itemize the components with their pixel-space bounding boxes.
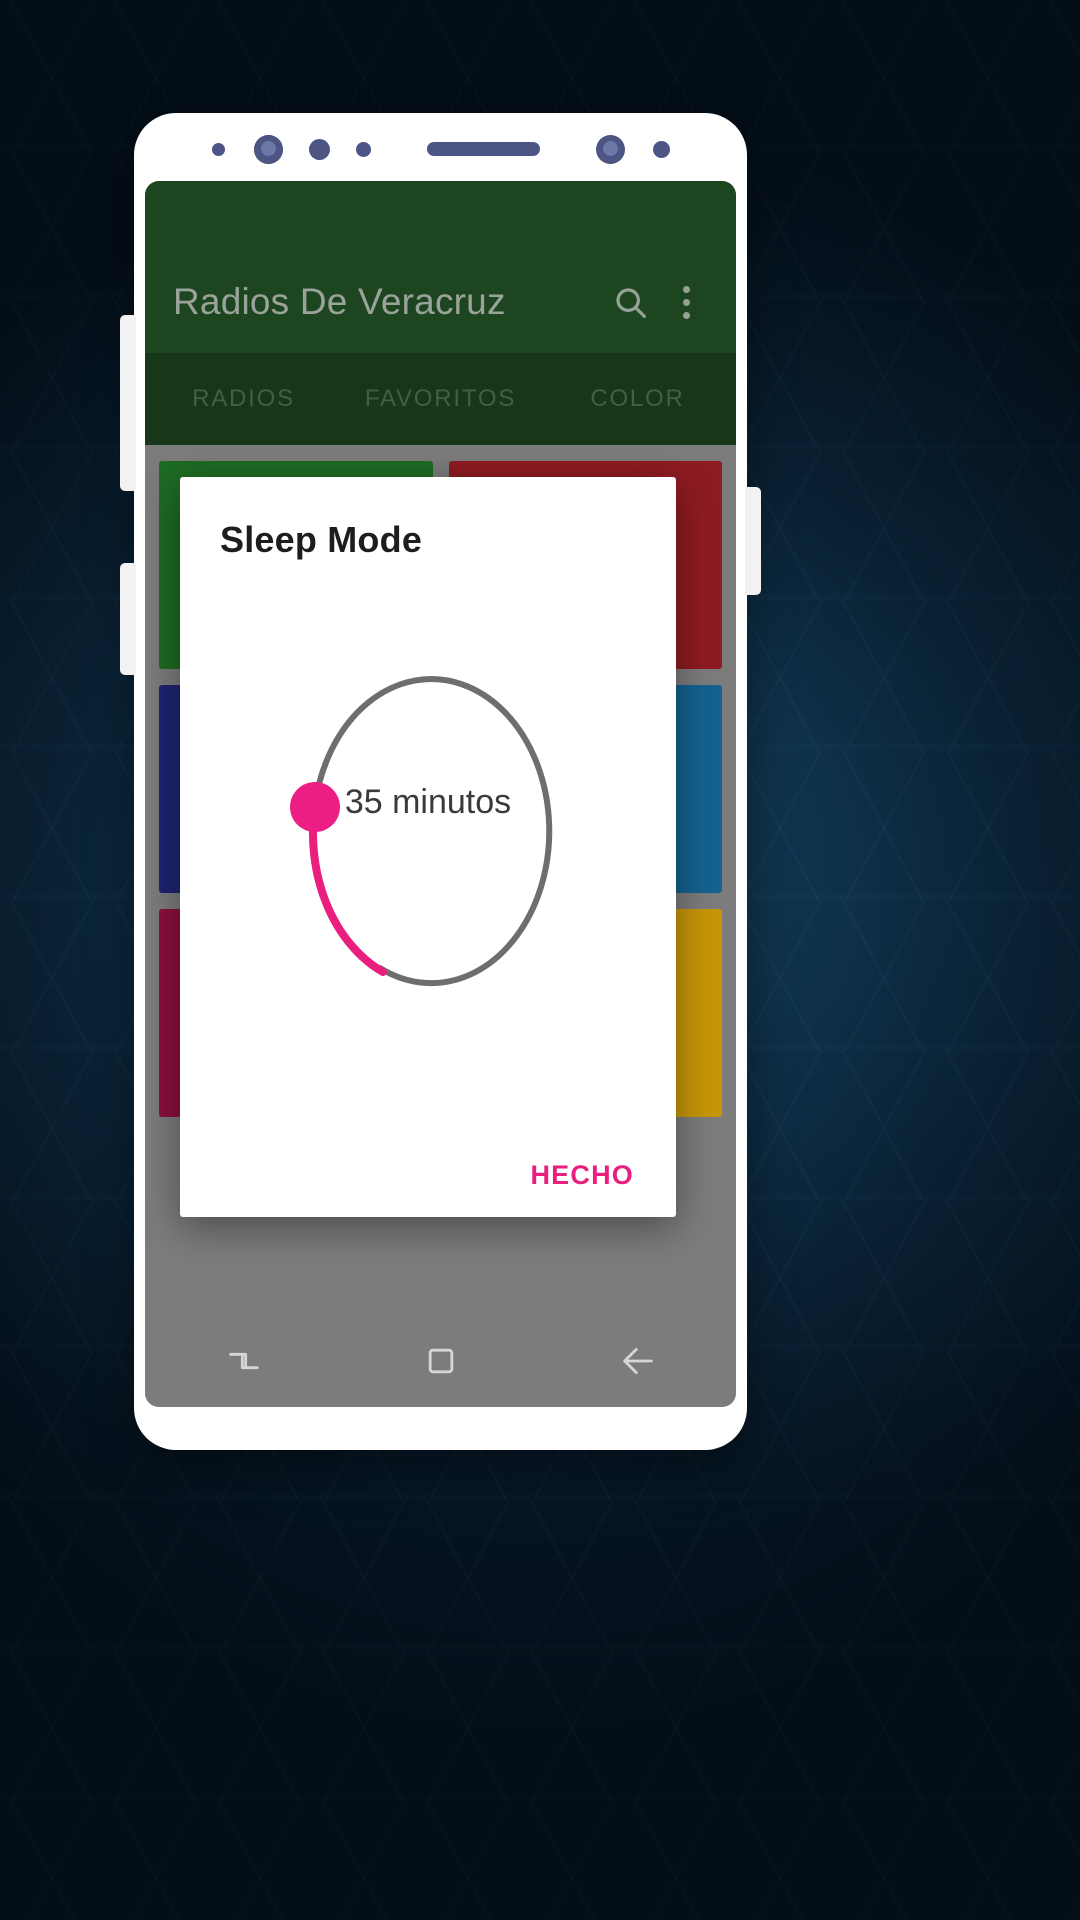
phone-sensor-strip bbox=[134, 113, 747, 185]
circular-timer-picker[interactable]: 35 minutos bbox=[220, 585, 636, 1055]
back-glyph bbox=[622, 1347, 653, 1375]
iris-scanner-icon bbox=[595, 134, 625, 164]
overflow-menu-icon[interactable] bbox=[658, 274, 714, 330]
phone-screen: Radios De Veracruz RADIOS FAVORITOS COLO… bbox=[145, 181, 736, 1407]
sensor-dot-icon bbox=[652, 140, 670, 158]
dialog-actions: HECHO bbox=[530, 1160, 634, 1191]
sensor-dot-icon bbox=[355, 141, 371, 157]
overflow-dot-icon bbox=[682, 285, 690, 293]
app-bar: Radios De Veracruz bbox=[145, 181, 736, 353]
slider-track bbox=[312, 676, 553, 987]
power-button[interactable] bbox=[745, 487, 761, 595]
app-bar-row: Radios De Veracruz bbox=[145, 265, 736, 339]
tab-color[interactable]: COLOR bbox=[539, 385, 736, 413]
timer-value-label: 35 minutos bbox=[344, 783, 512, 821]
page-title: Radios De Veracruz bbox=[173, 281, 506, 322]
dialog-title: Sleep Mode bbox=[220, 519, 423, 560]
recents-icon[interactable] bbox=[216, 1333, 272, 1389]
sleep-mode-dialog: Sleep Mode 35 minutos HECHO bbox=[180, 477, 676, 1217]
wallpaper-backdrop: Radios De Veracruz RADIOS FAVORITOS COLO… bbox=[0, 0, 1080, 1920]
volume-up-button[interactable] bbox=[120, 315, 136, 491]
home-glyph bbox=[428, 1348, 453, 1374]
overflow-dot-icon bbox=[682, 311, 690, 319]
overflow-dot-icon bbox=[682, 298, 690, 306]
system-navigation-bar bbox=[145, 1315, 736, 1407]
search-glyph bbox=[615, 287, 646, 318]
volume-down-button[interactable] bbox=[120, 563, 136, 675]
sensor-dot-icon bbox=[308, 138, 330, 160]
earpiece-speaker-icon bbox=[426, 142, 540, 156]
sensor-dot-icon bbox=[211, 142, 225, 156]
home-square-icon[interactable] bbox=[413, 1333, 469, 1389]
tab-favoritos[interactable]: FAVORITOS bbox=[342, 385, 539, 413]
phone-frame: Radios De Veracruz RADIOS FAVORITOS COLO… bbox=[120, 113, 761, 1450]
recents-glyph bbox=[228, 1352, 259, 1370]
done-button[interactable]: HECHO bbox=[530, 1160, 634, 1191]
search-icon[interactable] bbox=[602, 274, 658, 330]
tab-bar: RADIOS FAVORITOS COLOR bbox=[145, 353, 736, 445]
back-arrow-icon[interactable] bbox=[610, 1333, 666, 1389]
front-camera-icon bbox=[253, 134, 283, 164]
tab-radios[interactable]: RADIOS bbox=[145, 385, 342, 413]
